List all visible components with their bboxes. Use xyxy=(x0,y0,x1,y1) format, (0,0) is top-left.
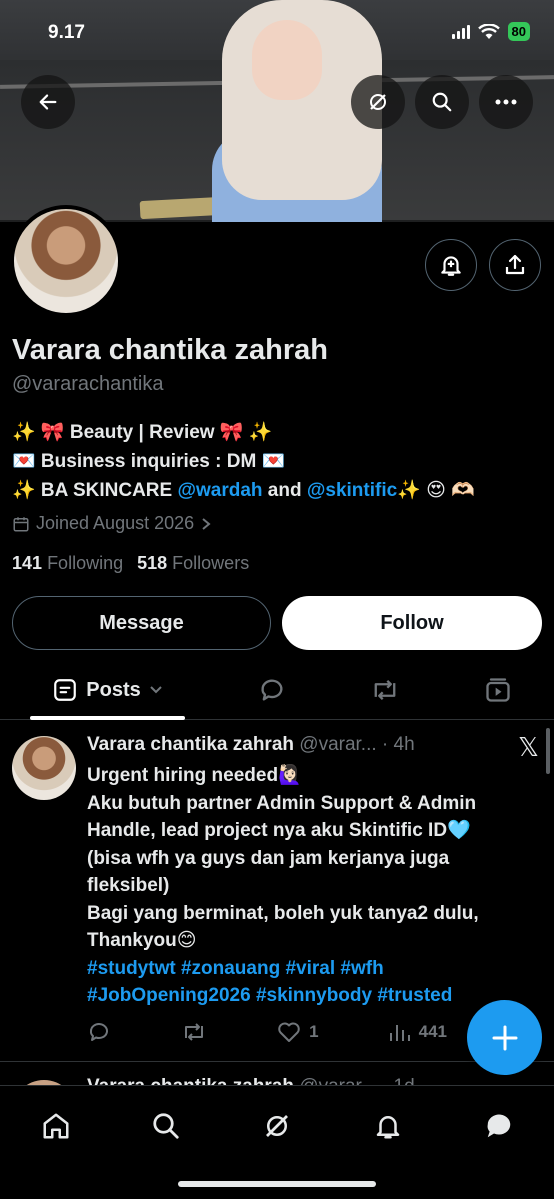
nav-messages[interactable] xyxy=(479,1106,519,1146)
repost-icon xyxy=(374,679,396,701)
mention-link-skintific[interactable]: @skintific xyxy=(307,480,397,501)
post-line: Handle, lead project nya aku Skintific I… xyxy=(87,820,471,841)
post-hashtags[interactable]: #JobOpening2026 #skinnybody #trusted xyxy=(87,982,537,1010)
profile-name: Varara chantika zahrah xyxy=(12,334,328,366)
reply-button[interactable] xyxy=(87,1020,111,1044)
tab-reposts[interactable] xyxy=(363,662,407,718)
post-line: fleksibel) xyxy=(87,875,170,896)
tab-media[interactable] xyxy=(476,662,520,718)
bio-text: ✨ BA SKINCARE xyxy=(12,480,178,501)
home-icon xyxy=(43,1113,69,1139)
chevron-right-icon xyxy=(202,517,211,530)
following-label: Following xyxy=(47,553,124,573)
share-button[interactable] xyxy=(489,239,541,291)
status-icons: 80 xyxy=(451,22,530,41)
grok-icon xyxy=(266,1115,288,1137)
post-line: Aku butuh partner Admin Support & Admin xyxy=(87,792,477,814)
followers-count: 518 xyxy=(137,553,168,573)
posts-icon xyxy=(54,679,77,701)
bio-emoji: ✨ 😍 🫶🏻 xyxy=(397,480,475,501)
reply-bubble-icon xyxy=(261,679,283,701)
home-indicator xyxy=(178,1181,376,1187)
profile-handle: @vararachantika xyxy=(12,373,164,395)
joined-date[interactable]: Joined August 2026 xyxy=(12,513,212,534)
heart-icon xyxy=(278,1022,300,1042)
notifications-subscribe-button[interactable] xyxy=(425,239,477,291)
view-count: 441 xyxy=(418,1022,447,1041)
post-line: Bagi yang berminat, boleh yuk tanya2 dul… xyxy=(87,902,479,924)
tab-posts[interactable]: Posts xyxy=(30,662,185,720)
post-line: (bisa wfh ya guys dan jam kerjanya juga xyxy=(87,847,450,869)
grok-icon xyxy=(370,94,386,110)
nav-notifications[interactable] xyxy=(368,1106,408,1146)
mention-link-wardah[interactable]: @wardah xyxy=(177,480,262,501)
x-logo-icon: 𝕏 xyxy=(518,732,539,762)
post-actions: 1 441 xyxy=(87,1020,447,1044)
nav-search[interactable] xyxy=(146,1106,186,1146)
wifi-icon xyxy=(477,23,500,39)
more-options-button[interactable] xyxy=(479,75,533,129)
message-button[interactable]: Message xyxy=(12,596,271,650)
media-play-icon xyxy=(486,678,510,702)
like-button[interactable]: 1 xyxy=(277,1020,319,1044)
scrollbar[interactable] xyxy=(546,728,550,774)
followers-link[interactable]: 518 Followers xyxy=(137,553,249,574)
calendar-icon xyxy=(13,516,29,531)
repost-icon xyxy=(185,1023,204,1041)
plus-icon xyxy=(492,1025,517,1050)
post-hashtags[interactable]: #studytwt #zonauang #viral #wfh xyxy=(87,955,537,983)
tab-posts-label: Posts xyxy=(86,678,141,701)
post-author-avatar[interactable] xyxy=(12,736,76,800)
post-line: Thankyou😊 xyxy=(87,930,197,951)
compose-post-button[interactable] xyxy=(467,1000,542,1075)
more-horizontal-icon xyxy=(495,99,517,105)
post-author-name[interactable]: Varara chantika zahrah xyxy=(87,734,294,755)
post-header: Varara chantika zahrah @varar... · 4h xyxy=(87,734,415,756)
profile-bio: ✨ 🎀 Beauty | Review 🎀 ✨ 💌 Business inqui… xyxy=(12,418,475,505)
profile-avatar[interactable] xyxy=(10,205,122,317)
following-count: 141 xyxy=(12,553,43,573)
search-icon xyxy=(432,92,452,112)
search-icon xyxy=(153,1113,179,1139)
status-time: 9.17 xyxy=(48,22,85,43)
reply-icon xyxy=(89,1023,108,1041)
bio-line-2: 💌 Business inquiries : DM 💌 xyxy=(12,451,286,472)
post-text: Urgent hiring needed🙋🏻‍♀️ Aku butuh part… xyxy=(87,762,537,1010)
status-bar: 9.17 80 xyxy=(0,22,554,46)
share-icon xyxy=(505,254,525,275)
back-button[interactable] xyxy=(21,75,75,129)
views-button[interactable]: 441 xyxy=(389,1020,447,1044)
joined-text: Joined August 2026 xyxy=(36,513,195,533)
bio-line-3: ✨ BA SKINCARE @wardah and @skintific✨ 😍 … xyxy=(12,476,475,505)
bio-text: and xyxy=(262,480,307,501)
battery-indicator: 80 xyxy=(507,22,530,41)
followers-label: Followers xyxy=(172,553,250,573)
follow-stats: 141 Following 518 Followers xyxy=(12,553,249,574)
cellular-signal-icon xyxy=(451,24,470,39)
nav-home[interactable] xyxy=(36,1106,76,1146)
bell-plus-icon xyxy=(441,256,461,276)
bio-line-1: ✨ 🎀 Beauty | Review 🎀 ✨ xyxy=(12,422,273,443)
post-item[interactable]: Varara chantika zahrah @varar... · 4h 𝕏 … xyxy=(0,720,554,1062)
profile-tabs: Posts xyxy=(0,662,554,720)
nav-grok[interactable] xyxy=(257,1106,297,1146)
bell-icon xyxy=(376,1116,400,1139)
like-count: 1 xyxy=(309,1022,319,1041)
tab-replies[interactable] xyxy=(250,662,294,718)
search-button[interactable] xyxy=(415,75,469,129)
post-meta: @varar... · 4h xyxy=(299,734,415,755)
follow-button[interactable]: Follow xyxy=(282,596,542,650)
analytics-bars-icon xyxy=(389,1025,410,1041)
post-line: Urgent hiring needed🙋🏻‍♀️ xyxy=(87,765,302,786)
message-bubble-icon xyxy=(487,1114,511,1138)
arrow-left-icon xyxy=(39,94,57,110)
chevron-down-icon xyxy=(150,686,162,694)
grok-button[interactable] xyxy=(351,75,405,129)
repost-button[interactable] xyxy=(181,1020,207,1044)
following-link[interactable]: 141 Following xyxy=(12,553,123,574)
